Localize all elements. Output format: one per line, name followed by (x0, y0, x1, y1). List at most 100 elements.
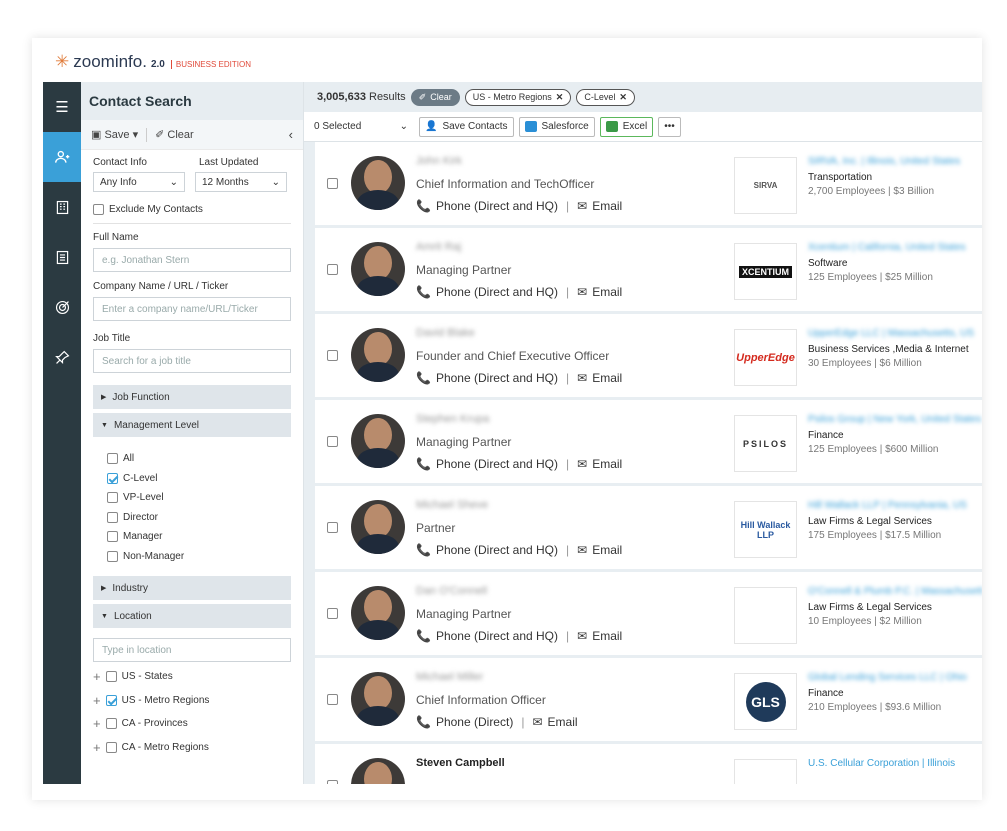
company-name[interactable]: Xcentium | California, United States (808, 242, 982, 253)
contact-card[interactable]: Stephen Krupa Managing Partner 📞 Phone (… (315, 400, 982, 483)
target-icon[interactable] (43, 282, 81, 332)
phone-link[interactable]: Phone (Direct and HQ) (436, 199, 558, 213)
company-logo[interactable] (734, 587, 797, 644)
avatar[interactable] (351, 414, 405, 468)
email-link[interactable]: Email (592, 199, 622, 213)
contact-card[interactable]: Michael Sheve Partner 📞 Phone (Direct an… (315, 486, 982, 569)
location-option[interactable]: + US - States (81, 665, 303, 689)
contact-info-select[interactable]: Any Info ⌄ (93, 172, 185, 192)
last-updated-select[interactable]: 12 Months ⌄ (195, 172, 287, 192)
filter-chip-metro[interactable]: US - Metro Regions ✕ (464, 88, 572, 106)
avatar[interactable] (351, 328, 405, 382)
company-logo[interactable]: Hill Wallack LLP (734, 501, 797, 558)
contact-checkbox[interactable] (327, 780, 338, 784)
save-contacts-button[interactable]: 👤 Save Contacts (419, 116, 514, 137)
contact-checkbox[interactable] (327, 178, 338, 189)
avatar[interactable] (351, 586, 405, 640)
level-checkbox[interactable] (107, 472, 118, 484)
company-logo[interactable]: GLS (734, 673, 797, 730)
selection-dropdown[interactable]: 0 Selected ⌄ (314, 117, 414, 137)
company-name[interactable]: U.S. Cellular Corporation | Illinois (808, 758, 982, 769)
email-link[interactable]: Email (592, 629, 622, 643)
location-checkbox[interactable] (105, 741, 117, 753)
exclude-checkbox[interactable] (93, 204, 104, 215)
location-input[interactable]: Type in location (93, 638, 291, 663)
company-logo[interactable]: PSILOS (734, 415, 797, 472)
location-checkbox[interactable] (105, 671, 117, 683)
contact-name[interactable]: Dan O'Connell (416, 585, 487, 597)
email-link[interactable]: Email (548, 715, 578, 729)
contact-name[interactable]: Michael Sheve (416, 499, 488, 511)
contact-checkbox[interactable] (327, 350, 338, 361)
company-name[interactable]: Global Lending Services LLC | Ohio (808, 672, 982, 683)
company-input[interactable]: Enter a company name/URL/Ticker (93, 297, 291, 322)
contact-checkbox[interactable] (327, 436, 338, 447)
contact-name[interactable]: Stephen Krupa (416, 413, 489, 425)
location-option[interactable]: + US - Metro Regions (81, 689, 303, 713)
contact-card[interactable]: Steven Campbell U.S. Cellular Corporatio… (315, 744, 982, 784)
more-options-button[interactable]: ••• (658, 116, 681, 137)
save-search-button[interactable]: ▣ Save ▾ (91, 128, 138, 141)
company-logo[interactable]: XCENTIUM (734, 243, 797, 300)
phone-link[interactable]: Phone (Direct and HQ) (436, 457, 558, 471)
location-checkbox[interactable] (105, 694, 117, 706)
close-icon[interactable]: ✕ (619, 92, 627, 103)
expand-plus-icon[interactable]: + (93, 693, 101, 708)
companies-icon[interactable] (43, 182, 81, 232)
location-option[interactable]: + CA - Provinces (81, 712, 303, 736)
contact-card[interactable]: Amrit Raj Managing Partner 📞 Phone (Dire… (315, 228, 982, 311)
contact-name[interactable]: David Blake (416, 327, 475, 339)
level-option[interactable]: VP-Level (81, 488, 303, 508)
level-checkbox[interactable] (107, 453, 118, 465)
contact-checkbox[interactable] (327, 522, 338, 533)
lists-icon[interactable] (43, 232, 81, 282)
contact-name[interactable]: Amrit Raj (416, 241, 461, 253)
expand-plus-icon[interactable]: + (93, 669, 101, 684)
contact-checkbox[interactable] (327, 608, 338, 619)
clear-search-button[interactable]: ✐ Clear (155, 128, 194, 141)
collapse-sidebar-icon[interactable]: ‹ (289, 127, 293, 142)
clear-filters-button[interactable]: ✐ Clear (410, 88, 460, 106)
contact-card[interactable]: Dan O'Connell Managing Partner 📞 Phone (… (315, 572, 982, 655)
avatar[interactable] (351, 242, 405, 296)
expand-plus-icon[interactable]: + (93, 716, 101, 731)
level-option[interactable]: Manager (81, 527, 303, 547)
contact-card[interactable]: Michael Miller Chief Information Officer… (315, 658, 982, 741)
level-checkbox[interactable] (107, 511, 118, 523)
contact-name[interactable]: Steven Campbell (416, 757, 505, 769)
contact-checkbox[interactable] (327, 264, 338, 275)
filter-chip-clevel[interactable]: C-Level ✕ (576, 88, 635, 106)
level-option[interactable]: C-Level (81, 469, 303, 489)
salesforce-button[interactable]: Salesforce (518, 116, 595, 137)
email-link[interactable]: Email (592, 457, 622, 471)
location-option[interactable]: + CA - Metro Regions (81, 736, 303, 760)
level-checkbox[interactable] (107, 531, 118, 543)
menu-icon[interactable]: ☰ (43, 82, 81, 132)
exclude-my-contacts[interactable]: Exclude My Contacts (81, 204, 303, 215)
contact-card[interactable]: David Blake Founder and Chief Executive … (315, 314, 982, 397)
level-option[interactable]: Director (81, 508, 303, 528)
phone-link[interactable]: Phone (Direct and HQ) (436, 285, 558, 299)
level-checkbox[interactable] (107, 550, 118, 562)
location-checkbox[interactable] (105, 718, 117, 730)
email-link[interactable]: Email (592, 543, 622, 557)
level-option[interactable]: All (81, 449, 303, 469)
contacts-icon[interactable] (43, 132, 81, 182)
company-logo[interactable] (734, 759, 797, 784)
company-name[interactable]: Hill Wallack LLP | Pennsylvania, US (808, 500, 982, 511)
excel-button[interactable]: Excel (599, 116, 654, 137)
contact-name[interactable]: John Kirk (416, 155, 462, 167)
company-name[interactable]: UpperEdge LLC | Massachusetts, US (808, 328, 982, 339)
contact-name[interactable]: Michael Miller (416, 671, 483, 683)
company-logo[interactable]: UpperEdge (734, 329, 797, 386)
pin-icon[interactable] (43, 332, 81, 382)
expand-plus-icon[interactable]: + (93, 740, 101, 755)
avatar[interactable] (351, 758, 405, 784)
phone-link[interactable]: Phone (Direct and HQ) (436, 629, 558, 643)
company-logo[interactable]: SIRVA (734, 157, 797, 214)
avatar[interactable] (351, 500, 405, 554)
email-link[interactable]: Email (592, 371, 622, 385)
company-name[interactable]: Psilos Group | New York, United States (808, 414, 982, 425)
close-icon[interactable]: ✕ (556, 92, 564, 103)
zoominfo-logo[interactable]: ✳ zoominfo. 2.0 BUSINESS EDITION (55, 52, 251, 72)
